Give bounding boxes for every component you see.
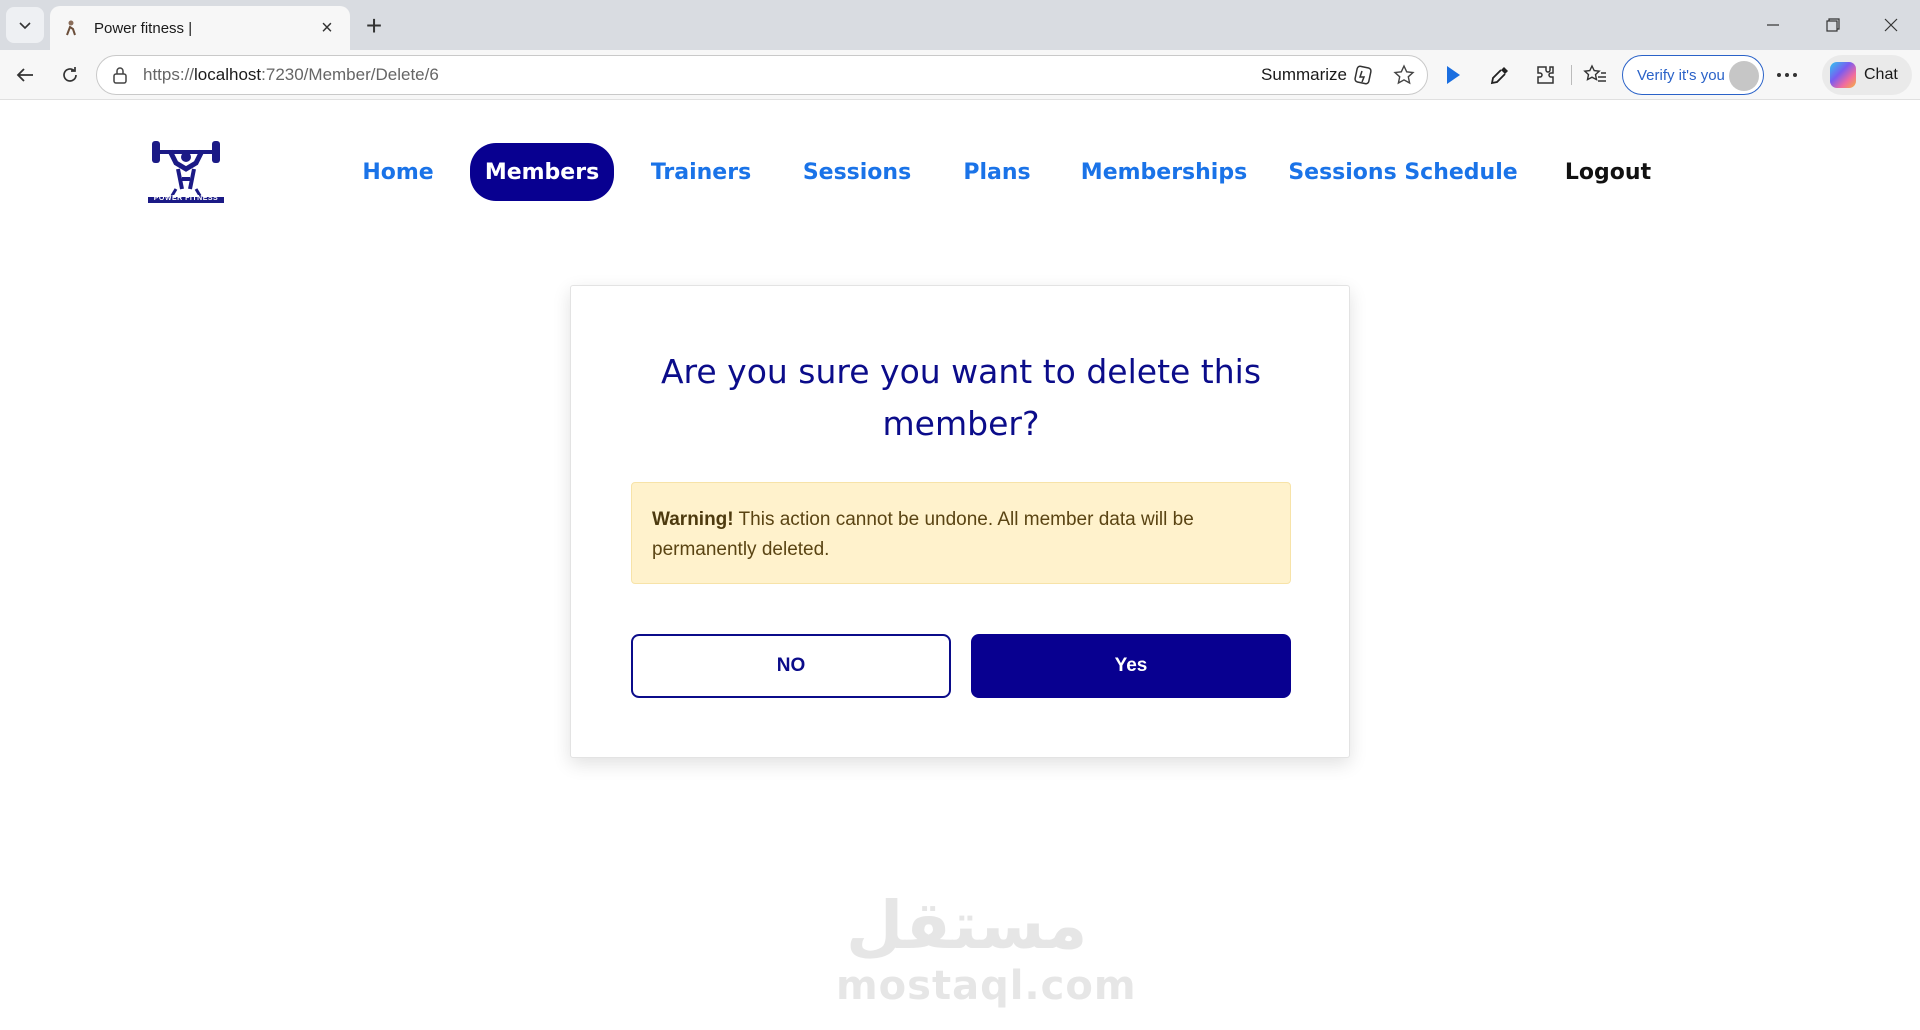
url-path: :7230/Member/Delete/6	[261, 65, 439, 84]
delete-confirmation-card: Are you sure you want to delete this mem…	[570, 285, 1350, 758]
verify-label: Verify it's you	[1637, 66, 1725, 84]
tab-title: Power fitness |	[94, 19, 193, 37]
browser-tab[interactable]: Power fitness | ×	[50, 6, 350, 50]
browser-toolbar: https://localhost:7230/Member/Delete/6 S…	[0, 50, 1920, 100]
dialog-title: Are you sure you want to delete this mem…	[660, 352, 1262, 443]
chevron-down-icon	[19, 22, 31, 30]
chat-label: Chat	[1864, 66, 1898, 83]
warning-alert: Warning! This action cannot be undone. A…	[631, 482, 1291, 584]
tab-list-button[interactable]	[6, 7, 44, 43]
nav-sessions[interactable]: Sessions	[790, 143, 924, 201]
summarize-label: Summarize	[1261, 65, 1347, 84]
summarize-button[interactable]: Summarize	[1261, 64, 1375, 86]
logo-text: POWER FITNESS	[153, 195, 219, 202]
avatar	[1729, 61, 1759, 91]
yes-button[interactable]: Yes	[971, 634, 1291, 698]
copilot-chat-button[interactable]: Chat	[1822, 55, 1912, 95]
new-tab-icon[interactable]: +	[358, 10, 390, 42]
more-options-icon[interactable]	[1770, 58, 1804, 92]
play-pointer-icon[interactable]	[1436, 58, 1470, 92]
close-window-icon[interactable]	[1868, 8, 1914, 42]
watermark-latin: mostaql.com	[836, 963, 1137, 1009]
url-prefix: https://	[143, 65, 195, 84]
favorites-icon[interactable]	[1578, 58, 1612, 92]
fitness-favicon-icon	[66, 20, 76, 36]
refresh-icon[interactable]	[53, 58, 87, 92]
nav-plans[interactable]: Plans	[948, 143, 1046, 201]
nav-logout[interactable]: Logout	[1558, 143, 1658, 201]
favorite-star-icon[interactable]	[1393, 64, 1415, 86]
nav-home[interactable]: Home	[346, 143, 450, 201]
toolbar-divider	[1571, 65, 1572, 85]
page-content: POWER FITNESS Home Members Trainers Sess…	[0, 101, 1920, 1030]
minimize-icon[interactable]	[1750, 8, 1796, 42]
verify-profile-button[interactable]: Verify it's you	[1622, 55, 1764, 95]
warning-text: This action cannot be undone. All member…	[652, 509, 1194, 560]
watermark-arabic: مستقل	[846, 887, 1088, 964]
summarize-icon	[1354, 65, 1372, 85]
copilot-icon	[1830, 62, 1856, 88]
eyedropper-icon[interactable]	[1483, 58, 1517, 92]
nav-members[interactable]: Members	[470, 143, 614, 201]
nav-trainers[interactable]: Trainers	[640, 143, 762, 201]
no-button[interactable]: NO	[631, 634, 951, 698]
nav-memberships[interactable]: Memberships	[1076, 143, 1252, 201]
lock-icon[interactable]	[109, 64, 131, 86]
watermark: مستقل mostaql.com	[836, 887, 1137, 1017]
address-bar[interactable]: https://localhost:7230/Member/Delete/6 S…	[96, 55, 1428, 95]
back-icon[interactable]	[8, 58, 42, 92]
url-host: localhost	[194, 65, 262, 84]
warning-strong: Warning!	[652, 509, 734, 530]
tab-bar: Power fitness | × +	[0, 0, 1920, 50]
nav-sessions-schedule[interactable]: Sessions Schedule	[1288, 143, 1518, 201]
restore-icon[interactable]	[1810, 8, 1856, 42]
extensions-icon[interactable]	[1528, 58, 1562, 92]
url-text[interactable]: https://localhost:7230/Member/Delete/6	[143, 65, 1261, 85]
close-tab-icon[interactable]: ×	[316, 17, 338, 39]
